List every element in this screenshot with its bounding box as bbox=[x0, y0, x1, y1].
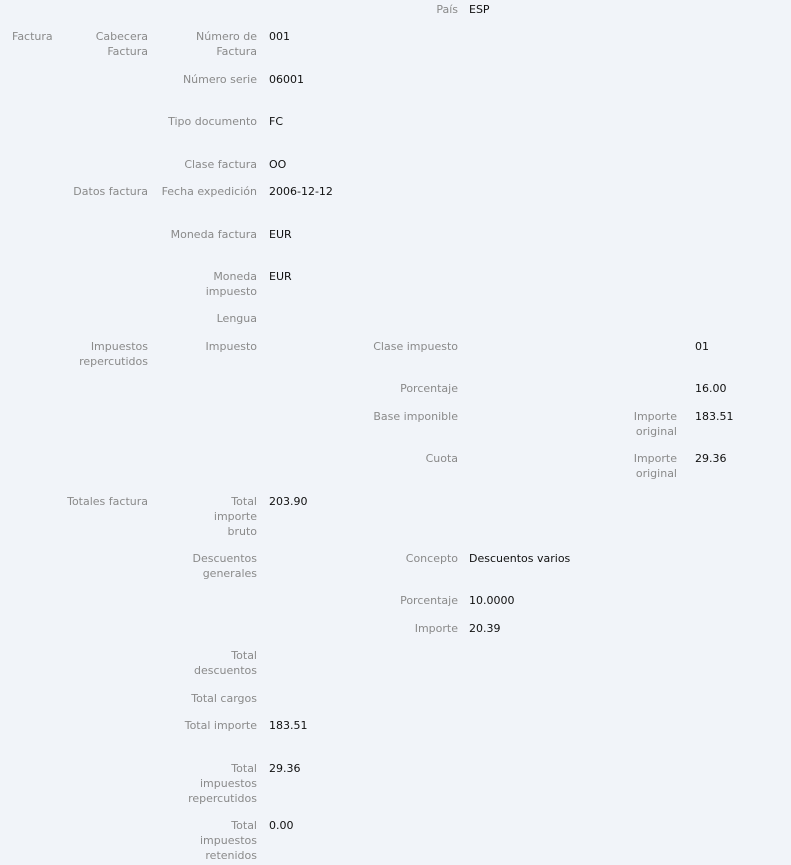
moneda-impuesto-value: EUR bbox=[269, 270, 292, 283]
lengua-label: Lengua bbox=[216, 312, 257, 325]
numero-factura-value: 001 bbox=[269, 30, 290, 43]
cuota-importe-original-label: Importe original bbox=[633, 452, 677, 480]
total-importe-label: Total importe bbox=[184, 719, 257, 732]
numero-serie-value: 06001 bbox=[269, 73, 304, 86]
moneda-factura-label: Moneda factura bbox=[170, 228, 257, 241]
cuota-value: 29.36 bbox=[695, 452, 727, 465]
total-impuestos-repercutidos-label: Total impuestos repercutidos bbox=[188, 762, 257, 805]
numero-serie-label: Número serie bbox=[182, 73, 257, 86]
clase-factura-value: OO bbox=[269, 158, 287, 171]
total-cargos-label: Total cargos bbox=[191, 692, 257, 705]
tipo-documento-label: Tipo documento bbox=[168, 115, 257, 128]
total-descuentos-label: Total descuentos bbox=[193, 649, 257, 677]
porcentaje-descuento-value: 10.0000 bbox=[469, 594, 515, 607]
total-impuestos-repercutidos-value: 29.36 bbox=[269, 762, 301, 775]
total-impuestos-retenidos-value: 0.00 bbox=[269, 819, 294, 832]
fecha-expedicion-value: 2006-12-12 bbox=[269, 185, 333, 198]
base-imponible-value: 183.51 bbox=[695, 410, 734, 423]
descuentos-generales-label: Descuentos generales bbox=[192, 552, 257, 580]
porcentaje-descuento-label: Porcentaje bbox=[400, 594, 458, 607]
base-imponible-importe-original-label: Importe original bbox=[633, 410, 677, 438]
clase-impuesto-label: Clase impuesto bbox=[373, 340, 458, 353]
moneda-impuesto-label: Moneda impuesto bbox=[205, 270, 257, 298]
section-datos-factura-label: Datos factura bbox=[73, 185, 148, 198]
cuota-label: Cuota bbox=[425, 452, 458, 465]
importe-descuento-value: 20.39 bbox=[469, 622, 501, 635]
porcentaje-impuesto-label: Porcentaje bbox=[400, 382, 458, 395]
total-importe-bruto-value: 203.90 bbox=[269, 495, 308, 508]
total-importe-bruto-label: Total importe bruto bbox=[213, 495, 257, 538]
base-imponible-label: Base imponible bbox=[373, 410, 458, 423]
concepto-value: Descuentos varios bbox=[469, 552, 571, 565]
section-cabecera-label: Cabecera Factura bbox=[95, 30, 148, 58]
section-totales-factura-label: Totales factura bbox=[67, 495, 148, 508]
moneda-factura-value: EUR bbox=[269, 228, 292, 241]
clase-factura-label: Clase factura bbox=[184, 158, 257, 171]
numero-factura-label: Número de Factura bbox=[196, 30, 257, 58]
concepto-label: Concepto bbox=[405, 552, 458, 565]
total-importe-value: 183.51 bbox=[269, 719, 308, 732]
porcentaje-impuesto-value: 16.00 bbox=[695, 382, 727, 395]
fecha-expedicion-label: Fecha expedición bbox=[161, 185, 257, 198]
pais-value: ESP bbox=[469, 3, 490, 16]
importe-descuento-label: Importe bbox=[414, 622, 458, 635]
total-impuestos-retenidos-label: Total impuestos retenidos bbox=[200, 819, 257, 862]
section-impuestos-repercutidos-label: Impuestos repercutidos bbox=[79, 340, 148, 368]
section-factura-label: Factura bbox=[12, 30, 53, 43]
impuesto-label: Impuesto bbox=[205, 340, 257, 353]
clase-impuesto-value: 01 bbox=[695, 340, 709, 353]
pais-label: País bbox=[436, 3, 458, 16]
tipo-documento-value: FC bbox=[269, 115, 284, 128]
